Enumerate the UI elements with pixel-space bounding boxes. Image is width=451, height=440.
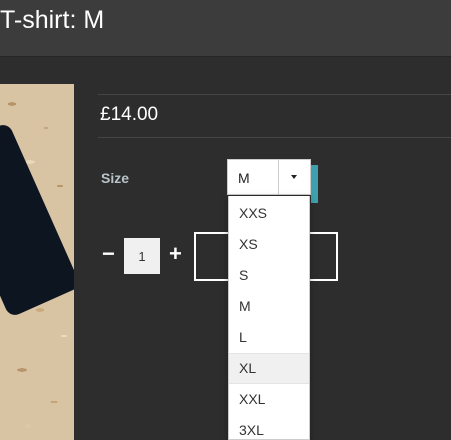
tshirt-graphic [0, 121, 74, 319]
size-option[interactable]: L [229, 322, 309, 353]
size-label: Size [101, 170, 130, 186]
size-option[interactable]: XS [229, 229, 309, 260]
size-dropdown-list: XXS XS S M L XL XXL 3XL [228, 196, 310, 440]
product-price: £14.00 [100, 104, 159, 125]
size-select-accent [311, 165, 318, 203]
product-image [0, 84, 74, 440]
page-title: T-shirt: M [0, 6, 105, 34]
size-option[interactable]: M [229, 291, 309, 322]
size-option[interactable]: S [229, 260, 309, 291]
quantity-decrease-button[interactable]: − [102, 242, 115, 266]
page-header: T-shirt: M [0, 0, 451, 56]
price-bottom-divider [98, 137, 451, 138]
size-option[interactable]: XXL [229, 384, 309, 415]
quantity-increase-button[interactable]: + [169, 242, 182, 266]
size-select-value: M [238, 170, 250, 186]
size-select-arrow[interactable] [278, 160, 310, 194]
quantity-input[interactable] [124, 238, 160, 274]
caret-down-icon [291, 175, 297, 179]
size-select[interactable]: M [227, 159, 311, 195]
size-option-highlighted[interactable]: XL [229, 353, 309, 384]
size-option[interactable]: XXS [229, 198, 309, 229]
price-top-divider [98, 94, 451, 95]
size-option[interactable]: 3XL [229, 415, 309, 439]
